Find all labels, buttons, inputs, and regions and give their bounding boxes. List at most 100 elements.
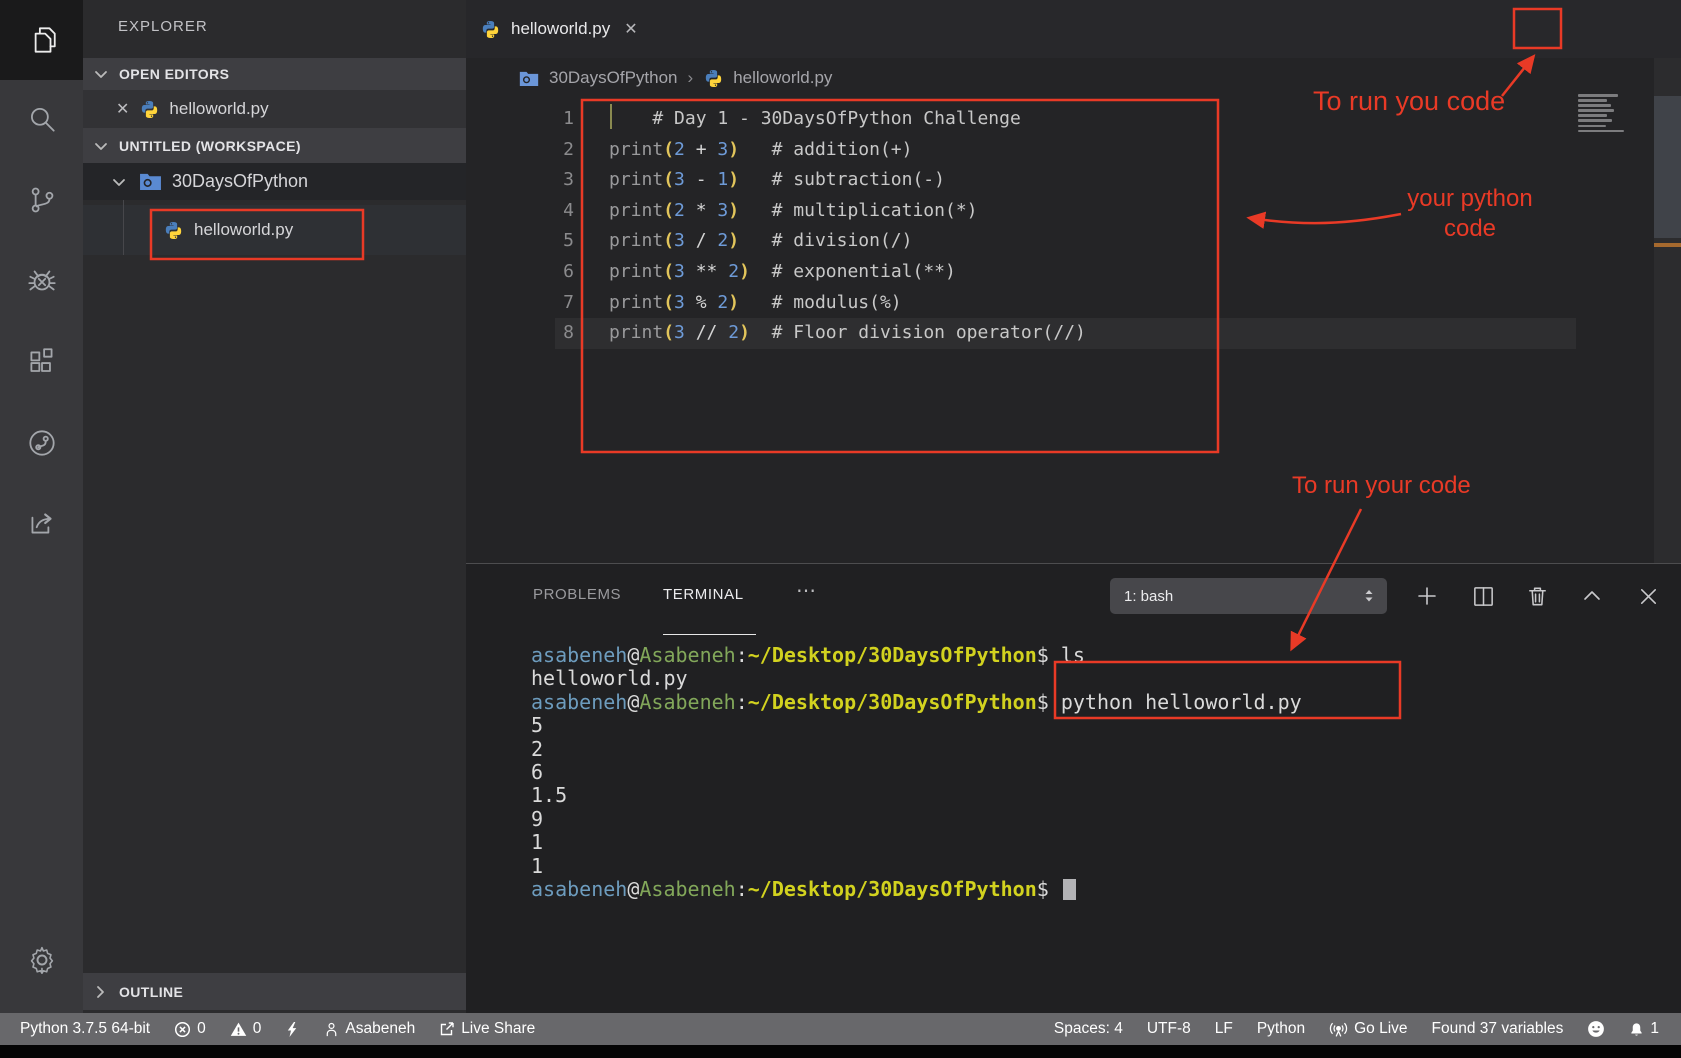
- extensions-icon[interactable]: [0, 338, 83, 386]
- tab-helloworld[interactable]: helloworld.py ✕: [466, 0, 690, 58]
- code-line-2[interactable]: 2print(2 + 3) # addition(+): [466, 135, 1681, 166]
- code-text: print(3 / 2) # division(/): [609, 226, 912, 257]
- status-item-lf[interactable]: LF: [1215, 1020, 1233, 1038]
- terminal-output-line: 9: [531, 808, 1302, 831]
- explorer-sidebar: EXPLORER OPEN EDITORS ✕ helloworld.py UN…: [83, 0, 466, 1013]
- tab-label: helloworld.py: [511, 19, 610, 39]
- code-text: print(3 // 2) # Floor division operator(…: [609, 318, 1086, 349]
- editor-group: helloworld.py ✕ ⋯ 30DaysOfPython ›: [466, 0, 1681, 1013]
- tab-bar: helloworld.py ✕ ⋯: [466, 0, 1681, 58]
- tab-terminal[interactable]: TERMINAL: [663, 586, 744, 603]
- minimap-line: [1578, 125, 1606, 128]
- overview-ruler-marker: [1654, 243, 1681, 247]
- workspace-header[interactable]: UNTITLED (WORKSPACE): [83, 128, 466, 163]
- settings-gear-icon[interactable]: [0, 936, 83, 984]
- outline-header[interactable]: OUTLINE: [83, 973, 466, 1010]
- line-number: 6: [466, 257, 574, 288]
- open-editors-header[interactable]: OPEN EDITORS: [83, 58, 466, 90]
- close-icon[interactable]: ✕: [116, 99, 129, 119]
- folder-item[interactable]: 30DaysOfPython: [83, 163, 466, 200]
- new-terminal-icon[interactable]: [1409, 578, 1445, 614]
- breadcrumb-file[interactable]: helloworld.py: [733, 68, 832, 88]
- python-file-icon: [480, 19, 501, 40]
- status-item-asabeneh[interactable]: Asabeneh: [324, 1020, 415, 1038]
- terminal-output-line: 1: [531, 855, 1302, 878]
- files-icon[interactable]: [0, 16, 83, 64]
- minimap[interactable]: [1578, 94, 1628, 135]
- status-item-label: UTF-8: [1147, 1020, 1191, 1038]
- selected-file-item[interactable]: helloworld.py: [83, 205, 466, 255]
- annotation-run-bottom: To run your code: [1292, 472, 1471, 500]
- panel-more-icon[interactable]: ⋯: [796, 578, 817, 603]
- bottom-panel: PROBLEMS TERMINAL ⋯ 1: bash asabeneh@Asa…: [466, 563, 1681, 1014]
- status-item[interactable]: [1587, 1020, 1605, 1038]
- minimap-line: [1578, 130, 1624, 133]
- python-file-icon: [139, 99, 160, 120]
- terminal-prompt-line: asabeneh@Asabeneh:~/Desktop/30DaysOfPyth…: [531, 691, 1302, 714]
- share-icon[interactable]: [0, 499, 83, 547]
- status-item-label: Python 3.7.5 64-bit: [20, 1020, 150, 1038]
- kill-terminal-icon[interactable]: [1519, 578, 1555, 614]
- code-text: print(2 * 3) # multiplication(*): [609, 196, 978, 227]
- status-item-0[interactable]: 0: [174, 1020, 206, 1038]
- close-panel-icon[interactable]: [1630, 578, 1666, 614]
- maximize-panel-icon[interactable]: [1574, 578, 1610, 614]
- split-terminal-icon[interactable]: [1465, 578, 1501, 614]
- status-item-spaces-4[interactable]: Spaces: 4: [1054, 1020, 1123, 1038]
- code-text: print(3 ** 2) # exponential(**): [609, 257, 956, 288]
- terminal-output-line: 1.5: [531, 784, 1302, 807]
- status-item-utf-8[interactable]: UTF-8: [1147, 1020, 1191, 1038]
- shell-select[interactable]: 1: bash: [1110, 578, 1387, 614]
- code-text: # Day 1 - 30DaysOfPython Challenge: [609, 104, 1021, 135]
- status-item-1[interactable]: 1: [1629, 1020, 1659, 1038]
- chevron-down-icon: [93, 138, 109, 154]
- active-tab-underline: [663, 634, 756, 635]
- line-number: 1: [466, 104, 574, 135]
- code-editor[interactable]: 1 # Day 1 - 30DaysOfPython Challenge2pri…: [466, 98, 1681, 563]
- folder-icon: [139, 172, 162, 191]
- bell-icon: [1629, 1021, 1644, 1038]
- folder-label: 30DaysOfPython: [172, 171, 308, 192]
- open-editor-item[interactable]: ✕ helloworld.py: [83, 90, 466, 128]
- source-control-icon[interactable]: [0, 176, 83, 224]
- status-item-python[interactable]: Python: [1257, 1020, 1305, 1038]
- status-item[interactable]: [285, 1021, 300, 1038]
- breadcrumb-separator: ›: [688, 68, 694, 88]
- breadcrumb-folder[interactable]: 30DaysOfPython: [549, 68, 678, 88]
- status-item-label: Spaces: 4: [1054, 1020, 1123, 1038]
- search-icon[interactable]: [0, 96, 83, 144]
- scrollbar-slider[interactable]: [1654, 96, 1681, 238]
- terminal-output[interactable]: asabeneh@Asabeneh:~/Desktop/30DaysOfPyth…: [531, 644, 1302, 901]
- status-item-go-live[interactable]: Go Live: [1329, 1020, 1407, 1038]
- code-text: print(3 % 2) # modulus(%): [609, 288, 902, 319]
- tab-close-icon[interactable]: ✕: [624, 19, 637, 39]
- debug-icon[interactable]: [0, 257, 83, 305]
- line-number: 8: [466, 318, 574, 349]
- terminal-output-line: 6: [531, 761, 1302, 784]
- code-text: print(3 - 1) # subtraction(-): [609, 165, 945, 196]
- editor-scrollbar[interactable]: [1654, 58, 1681, 563]
- line-number: 5: [466, 226, 574, 257]
- code-line-7[interactable]: 7print(3 % 2) # modulus(%): [466, 288, 1681, 319]
- code-line-6[interactable]: 6 print(3 ** 2) # exponential(**): [466, 257, 1681, 288]
- status-item-label: 0: [197, 1020, 206, 1038]
- editor-actions: ⋯: [690, 0, 1681, 58]
- status-item-label: LF: [1215, 1020, 1233, 1038]
- line-number: 3: [466, 165, 574, 196]
- live-session-icon[interactable]: [0, 419, 83, 467]
- tab-problems[interactable]: PROBLEMS: [533, 586, 621, 603]
- selected-file-label: helloworld.py: [194, 220, 293, 240]
- annotation-your-code: your python code: [1385, 184, 1555, 244]
- status-item-0[interactable]: 0: [230, 1020, 262, 1038]
- status-item-python-3-7-5-64-bit[interactable]: Python 3.7.5 64-bit: [20, 1020, 150, 1038]
- warning-icon: [230, 1021, 247, 1038]
- error-icon: [174, 1021, 191, 1038]
- python-file-icon: [163, 220, 184, 241]
- activity-bar: [0, 0, 83, 1013]
- status-item-live-share[interactable]: Live Share: [439, 1020, 535, 1038]
- status-item-found-37-variables[interactable]: Found 37 variables: [1432, 1020, 1564, 1038]
- terminal-cursor: [1063, 879, 1076, 900]
- code-line-8[interactable]: 8 print(3 // 2) # Floor division operator…: [466, 318, 1681, 349]
- annotation-run-top: To run you code: [1313, 86, 1505, 117]
- liveshare-icon: [439, 1021, 455, 1037]
